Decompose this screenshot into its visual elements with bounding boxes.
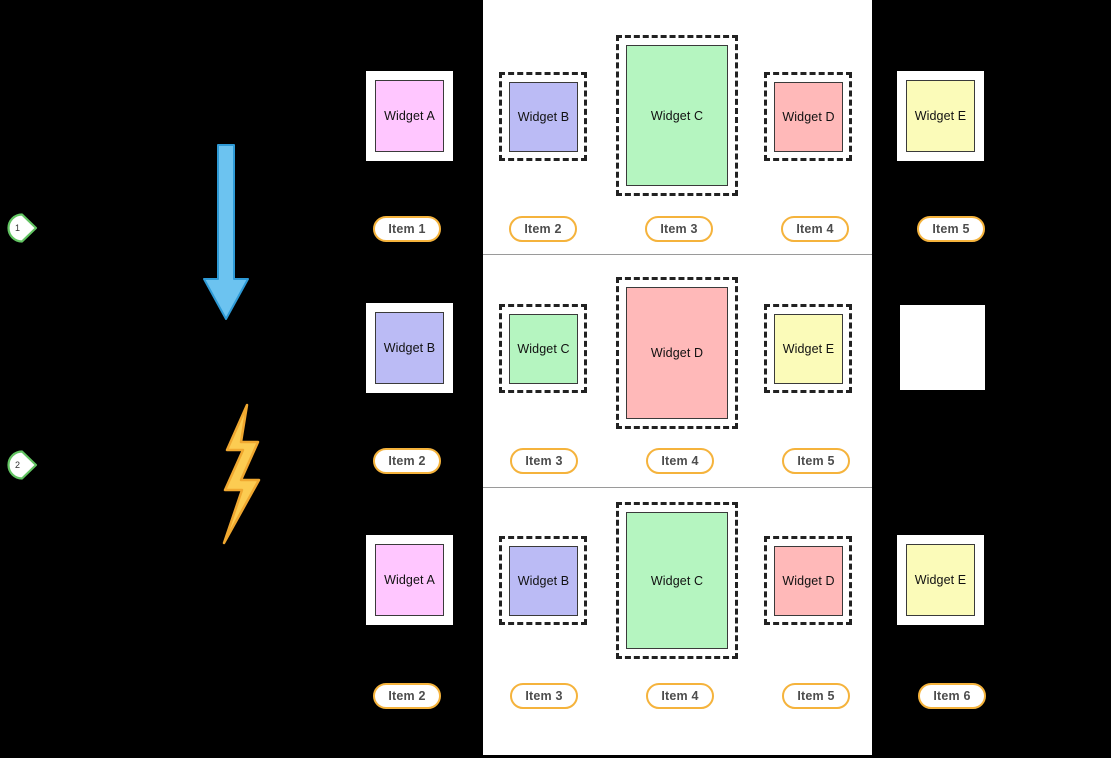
item-pill-r0c2[interactable]: Item 3 (645, 216, 713, 242)
row-separator-2 (483, 487, 872, 488)
widget-card-r1c3-label: Widget E (782, 342, 835, 356)
widget-card-r0c3[interactable]: Widget D (774, 82, 843, 152)
item-pill-r1c0-label: Item 2 (388, 454, 426, 468)
item-pill-r0c1-label: Item 2 (524, 222, 562, 236)
widget-card-r1c0-label: Widget B (383, 341, 436, 355)
item-pill-r2c0-label: Item 2 (388, 689, 426, 703)
item-pill-r0c3[interactable]: Item 4 (781, 216, 849, 242)
widget-card-r2c0[interactable]: Widget A (375, 544, 444, 616)
item-pill-r2c1-label: Item 3 (525, 689, 563, 703)
empty-placeholder-r1c4[interactable] (900, 305, 985, 390)
widget-card-r0c2-label: Widget C (650, 108, 704, 123)
item-pill-r1c3-label: Item 5 (797, 454, 835, 468)
item-pill-r2c1[interactable]: Item 3 (510, 683, 578, 709)
widget-card-r1c1-label: Widget C (517, 342, 570, 356)
item-pill-r0c0-label: Item 1 (388, 222, 426, 236)
widget-card-r2c2[interactable]: Widget C (626, 512, 728, 649)
item-pill-r0c1[interactable]: Item 2 (509, 216, 577, 242)
item-pill-r0c4[interactable]: Item 5 (917, 216, 985, 242)
item-pill-r2c4[interactable]: Item 6 (918, 683, 986, 709)
marker-pin-1[interactable]: 1 (5, 213, 39, 243)
item-pill-r1c1-label: Item 3 (525, 454, 563, 468)
item-pill-r2c4-label: Item 6 (933, 689, 971, 703)
widget-card-r1c3[interactable]: Widget E (774, 314, 843, 384)
item-pill-r1c1[interactable]: Item 3 (510, 448, 578, 474)
widget-card-r2c4[interactable]: Widget E (906, 544, 975, 616)
widget-card-r2c1-label: Widget B (517, 574, 570, 588)
widget-card-r0c1[interactable]: Widget B (509, 82, 578, 152)
item-pill-r2c0[interactable]: Item 2 (373, 683, 441, 709)
widget-card-r2c2-label: Widget C (650, 573, 704, 588)
widget-card-r0c4[interactable]: Widget E (906, 80, 975, 152)
widget-card-r0c0-label: Widget A (384, 109, 435, 123)
item-pill-r0c0[interactable]: Item 1 (373, 216, 441, 242)
widget-card-r1c2[interactable]: Widget D (626, 287, 728, 419)
item-pill-r2c2-label: Item 4 (661, 689, 699, 703)
item-pill-r1c0[interactable]: Item 2 (373, 448, 441, 474)
item-pill-r0c2-label: Item 3 (660, 222, 698, 236)
widget-card-r0c1-label: Widget B (517, 110, 570, 124)
widget-card-r1c1[interactable]: Widget C (509, 314, 578, 384)
widget-card-r1c0[interactable]: Widget B (375, 312, 444, 384)
item-pill-r1c2[interactable]: Item 4 (646, 448, 714, 474)
widget-card-r1c2-label: Widget D (650, 346, 704, 360)
marker-pin-2[interactable]: 2 (5, 450, 39, 480)
row-separator-1 (483, 254, 872, 255)
item-pill-r2c3[interactable]: Item 5 (782, 683, 850, 709)
widget-card-r0c4-label: Widget E (914, 109, 967, 123)
item-pill-r2c2[interactable]: Item 4 (646, 683, 714, 709)
item-pill-r0c3-label: Item 4 (796, 222, 834, 236)
widget-card-r2c4-label: Widget E (914, 573, 967, 587)
item-pill-r2c3-label: Item 5 (797, 689, 835, 703)
widget-card-r2c3-label: Widget D (782, 574, 835, 588)
widget-card-r2c1[interactable]: Widget B (509, 546, 578, 616)
widget-card-r2c0-label: Widget A (384, 573, 435, 587)
item-pill-r1c3[interactable]: Item 5 (782, 448, 850, 474)
widget-card-r0c0[interactable]: Widget A (375, 80, 444, 152)
item-pill-r1c2-label: Item 4 (661, 454, 699, 468)
widget-card-r0c3-label: Widget D (782, 110, 835, 124)
widget-card-r0c2[interactable]: Widget C (626, 45, 728, 186)
widget-card-r2c3[interactable]: Widget D (774, 546, 843, 616)
item-pill-r0c4-label: Item 5 (932, 222, 970, 236)
lightning-bolt-icon (205, 402, 275, 547)
down-arrow (198, 143, 254, 323)
diagram-canvas: 1 2 Widget A Item 1 Widget B Item 2 Widg… (0, 0, 1111, 758)
